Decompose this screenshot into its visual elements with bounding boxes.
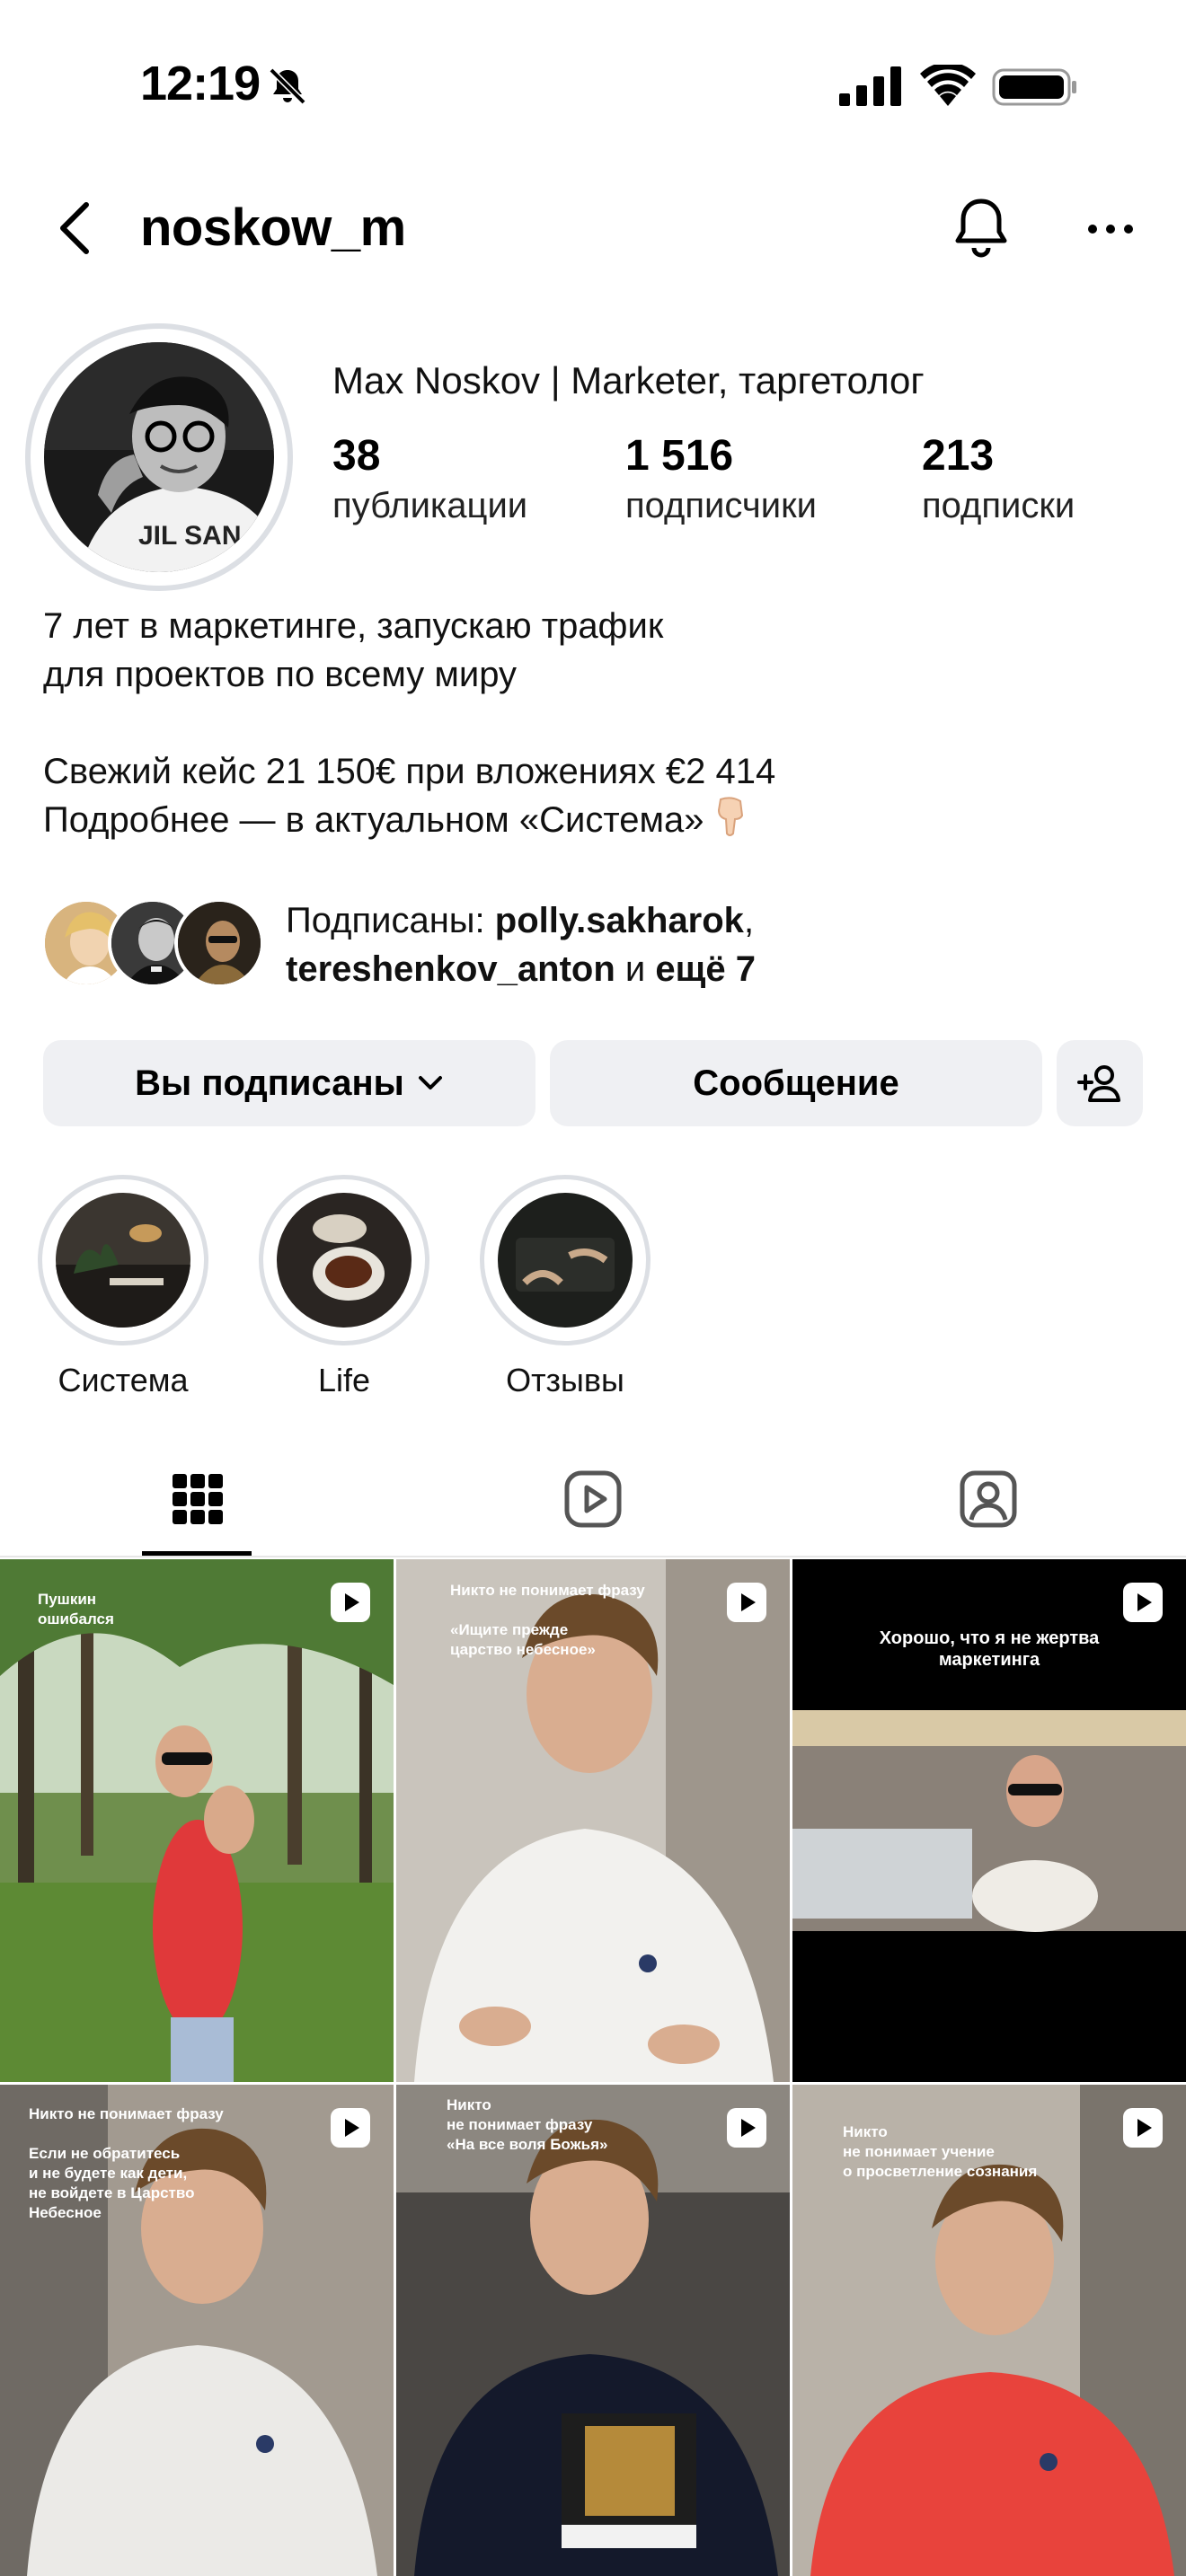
tab-reels[interactable] xyxy=(395,1442,791,1556)
bio-line-with-emoji: Подробнее — в актуальном «Система» xyxy=(43,796,1148,844)
status-time: 12:19 xyxy=(140,57,261,110)
stat-posts[interactable]: 38 публикации xyxy=(332,431,527,526)
bio-line: Подробнее — в актуальном «Система» xyxy=(43,800,704,840)
stat-label: публикации xyxy=(332,486,528,525)
highlight-cover xyxy=(277,1193,412,1328)
stat-following[interactable]: 213 подписки xyxy=(922,431,1075,526)
highlight-label: Система xyxy=(58,1362,189,1398)
mutual-followers-text: Подписаны: polly.sakharok, tereshenkov_a… xyxy=(286,896,756,993)
bio-line: для проектов по всему миру xyxy=(43,655,518,694)
tagged-icon xyxy=(960,1470,1017,1528)
reels-icon xyxy=(564,1470,622,1528)
post-caption: Никто не понимает фразу Если не обратите… xyxy=(29,2105,224,2221)
highlight-label: Отзывы xyxy=(506,1362,624,1398)
svg-text:JIL SAN: JIL SAN xyxy=(138,521,241,551)
top-nav: noskow_m xyxy=(0,180,1186,278)
mutual-more-link[interactable]: ещё 7 xyxy=(655,949,756,989)
add-user-icon xyxy=(1077,1065,1120,1102)
avatar xyxy=(174,898,264,988)
bio-line: Свежий кейс 21 150€ при вложениях €2 414 xyxy=(43,752,776,791)
mutual-username[interactable]: tereshenkov_anton xyxy=(286,949,615,989)
post-tile[interactable]: Хорошо, что я не жертва маркетинга xyxy=(792,1559,1186,2082)
profile-stats: 38 публикации 1 516 подписчики 213 подпи… xyxy=(332,431,1141,539)
profile-bio: 7 лет в маркетинге, запускаю трафик для … xyxy=(43,602,1148,844)
highlight-cover xyxy=(56,1193,190,1328)
battery-icon xyxy=(992,68,1076,106)
message-button[interactable]: Сообщение xyxy=(550,1040,1042,1126)
stat-value: 1 516 xyxy=(625,432,734,480)
post-thumbnail xyxy=(0,1559,394,2082)
posts-grid: Пушкин ошибался Никто не понимает фразу … xyxy=(0,1559,1186,2576)
stat-value: 38 xyxy=(332,432,381,480)
message-button-label: Сообщение xyxy=(693,1063,899,1103)
avatar: JIL SAN xyxy=(44,342,274,572)
pointing-down-emoji-icon xyxy=(717,797,743,836)
reel-icon xyxy=(727,2108,766,2148)
grid-icon xyxy=(173,1474,223,1524)
wifi-icon xyxy=(920,65,976,106)
post-caption: Пушкин ошибался xyxy=(38,1591,114,1628)
highlight-ring xyxy=(480,1175,651,1345)
chevron-down-icon xyxy=(418,1076,442,1090)
post-tile[interactable]: Никто не понимает фразу «Ищите прежде ца… xyxy=(396,1559,790,2082)
reel-icon xyxy=(1123,1583,1163,1622)
following-button[interactable]: Вы подписаны xyxy=(43,1040,535,1126)
reel-icon xyxy=(727,1583,766,1622)
mutual-separator: , xyxy=(743,901,755,940)
tab-posts-grid[interactable] xyxy=(0,1442,395,1556)
cellular-signal-icon xyxy=(839,66,901,106)
reel-icon xyxy=(331,2108,370,2148)
bell-off-icon xyxy=(269,67,306,105)
profile-tabs xyxy=(0,1442,1186,1556)
mutual-followers[interactable]: Подписаны: polly.sakharok, tereshenkov_a… xyxy=(41,896,1155,995)
divider xyxy=(0,1556,1186,1557)
page-title: noskow_m xyxy=(140,198,406,257)
bio-line: 7 лет в маркетинге, запускаю трафик xyxy=(43,606,664,646)
highlight-otzyvy[interactable]: Отзывы xyxy=(480,1175,651,1399)
following-button-label: Вы подписаны xyxy=(135,1063,404,1103)
profile-avatar-ring[interactable]: JIL SAN xyxy=(25,323,293,591)
highlight-ring xyxy=(259,1175,429,1345)
stat-label: подписчики xyxy=(625,486,817,525)
stat-value: 213 xyxy=(922,432,995,480)
post-caption: Никто не понимает учение о просветление … xyxy=(843,2123,1038,2180)
stat-label: подписки xyxy=(922,486,1075,525)
highlight-sistema[interactable]: Система xyxy=(38,1175,208,1399)
post-tile[interactable]: Пушкин ошибался xyxy=(0,1559,394,2082)
post-tile[interactable]: Никто не понимает учение о просветление … xyxy=(792,2085,1186,2576)
mutual-conjunction: и xyxy=(615,949,656,989)
more-options-icon[interactable] xyxy=(1084,207,1137,251)
status-bar: 12:19 xyxy=(0,0,1186,171)
mutual-username[interactable]: polly.sakharok xyxy=(495,901,744,940)
tab-tagged[interactable] xyxy=(791,1442,1186,1556)
post-tile[interactable]: Никто не понимает фразу «На все воля Бож… xyxy=(396,2085,790,2576)
post-caption: Никто не понимает фразу «Ищите прежде ца… xyxy=(450,1582,645,1658)
post-thumbnail xyxy=(396,2085,790,2576)
reel-icon xyxy=(1123,2108,1163,2148)
highlight-cover xyxy=(498,1193,633,1328)
post-caption: Хорошо, что я не жертва маркетинга xyxy=(879,1628,1100,1670)
stat-followers[interactable]: 1 516 подписчики xyxy=(625,431,817,526)
profile-full-name: Max Noskov | Marketer, таргетолог xyxy=(332,359,925,401)
back-icon[interactable] xyxy=(54,199,97,257)
post-caption: Никто не понимает фразу «На все воля Бож… xyxy=(447,2096,608,2153)
highlight-label: Life xyxy=(317,1362,371,1398)
highlight-ring xyxy=(38,1175,208,1345)
highlight-life[interactable]: Life xyxy=(259,1175,429,1399)
notifications-bell-icon[interactable] xyxy=(947,194,1015,262)
post-tile[interactable]: Никто не понимает фразу Если не обратите… xyxy=(0,2085,394,2576)
reel-icon xyxy=(331,1583,370,1622)
mutual-prefix: Подписаны: xyxy=(286,901,495,940)
mutual-avatars xyxy=(41,898,275,988)
suggest-users-button[interactable] xyxy=(1057,1040,1143,1126)
